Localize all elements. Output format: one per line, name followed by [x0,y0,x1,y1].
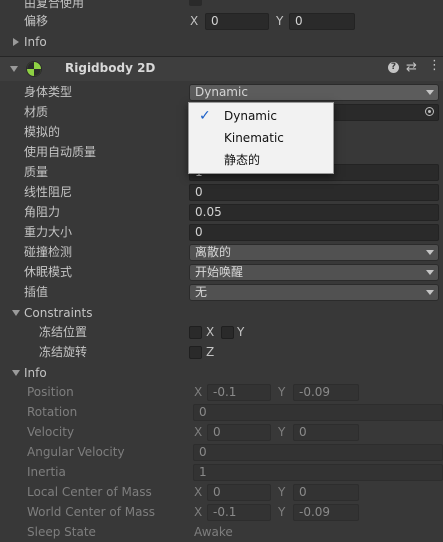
angular-velocity-label: Angular Velocity [27,445,125,459]
linear-drag-field[interactable]: 0 [189,184,439,201]
offset-y-axis-label: Y [276,14,284,28]
angular-drag-field[interactable]: 0.05 [189,204,439,221]
position-x-field: -0.1 [207,384,271,401]
velocity-y-axis-label: Y [278,425,286,439]
position-y-field: -0.09 [293,384,359,401]
local-com-x-field: 0 [207,484,271,501]
offset-x-field[interactable]: 0 [205,13,269,30]
body-type-dropdown-menu: ✓ Dynamic Kinematic 静态的 [188,102,334,174]
checkmark-icon: ✓ [199,108,211,124]
more-icon[interactable]: ⋮ [428,59,441,73]
offset-x-axis-label: X [190,14,199,28]
menu-item-label: Kinematic [224,131,284,145]
sleep-mode-label: 休眠模式 [24,265,73,279]
sleep-state-label: Sleep State [27,525,96,539]
sleep-mode-value: 开始唤醒 [195,265,244,279]
velocity-label: Velocity [27,425,75,439]
local-com-x-axis-label: X [194,485,203,499]
mass-label: 质量 [24,165,49,179]
position-label: Position [27,385,74,399]
offset-y-field[interactable]: 0 [289,13,355,30]
menu-item-kinematic[interactable]: Kinematic [189,127,333,149]
local-com-y-field: 0 [293,484,359,501]
rigidbody2d-component-icon [26,61,42,77]
info-foldout[interactable]: Info [24,363,47,383]
menu-item-dynamic[interactable]: ✓ Dynamic [189,105,333,127]
menu-item-label: 静态的 [224,153,261,167]
linear-drag-label: 线性阻尼 [24,185,73,199]
sleep-mode-dropdown[interactable]: 开始唤醒 [189,264,439,281]
rotation-label: Rotation [27,405,78,419]
menu-item-label: Dynamic [224,109,277,123]
component-foldout-arrow-icon[interactable] [10,66,18,72]
checkmark-icon: ✔ [190,0,199,4]
freeze-rotation-label: 冻结旋转 [39,345,88,359]
rotation-field: 0 [193,404,443,421]
freeze-position-label: 冻结位置 [39,325,88,339]
inertia-field: 1 [193,464,443,481]
chevron-down-icon [426,290,434,295]
info-foldout-arrow-icon[interactable] [12,370,20,376]
settings-icon[interactable]: ⇄ [406,60,417,75]
body-type-label: 身体类型 [24,85,73,99]
collision-detection-value: 离散的 [195,245,232,259]
chevron-down-icon [426,270,434,275]
interpolate-dropdown[interactable]: 无 [189,284,439,301]
world-com-y-axis-label: Y [278,505,286,519]
freeze-position-x-checkbox[interactable] [189,326,202,339]
top-info-foldout[interactable]: Info [24,32,47,52]
angular-velocity-field: 0 [193,444,443,461]
freeze-position-x-label: X [206,325,215,339]
simulated-label: 模拟的 [24,125,61,139]
local-center-of-mass-label: Local Center of Mass [27,485,152,499]
chevron-down-icon [426,90,434,95]
sleep-state-value: Awake [194,525,233,539]
world-com-y-field: -0.09 [293,504,359,521]
gravity-scale-field[interactable]: 0 [189,224,439,241]
velocity-x-field: 0 [207,424,271,441]
object-picker-icon[interactable] [425,107,434,116]
freeze-position-y-checkbox[interactable] [221,326,234,339]
angular-drag-label: 角阻力 [24,205,61,219]
constraints-foldout[interactable]: Constraints [24,303,92,323]
offset-label: 偏移 [24,14,49,28]
body-type-value: Dynamic [195,85,248,99]
position-y-axis-label: Y [278,385,286,399]
velocity-y-field: 0 [293,424,359,441]
freeze-rotation-z-label: Z [206,345,215,359]
interpolate-value: 无 [195,285,208,299]
freeze-rotation-z-checkbox[interactable] [189,346,202,359]
local-com-y-axis-label: Y [278,485,286,499]
component-header[interactable]: Rigidbody 2D ? ⇄ ⋮ [0,57,443,81]
gravity-scale-label: 重力大小 [24,225,73,239]
info-foldout-arrow-icon[interactable] [13,38,19,46]
constraints-foldout-arrow-icon[interactable] [12,310,20,316]
material-label: 材质 [24,105,49,119]
menu-item-static[interactable]: 静态的 [189,149,333,171]
collision-detection-dropdown[interactable]: 离散的 [189,244,439,261]
auto-mass-label: 使用自动质量 [24,145,97,159]
velocity-x-axis-label: X [194,425,203,439]
interpolate-label: 插值 [24,285,49,299]
help-icon[interactable]: ? [388,62,399,73]
position-x-axis-label: X [194,385,203,399]
body-type-dropdown[interactable]: Dynamic [189,84,439,101]
component-title: Rigidbody 2D [65,61,156,75]
chevron-down-icon [426,250,434,255]
world-com-x-axis-label: X [194,505,203,519]
world-com-x-field: -0.1 [207,504,271,521]
collision-detection-label: 碰撞检测 [24,245,73,259]
inertia-label: Inertia [27,465,66,479]
used-by-composite-checkbox[interactable]: ✔ [189,0,202,6]
freeze-position-y-label: Y [237,325,245,339]
world-center-of-mass-label: World Center of Mass [27,505,155,519]
